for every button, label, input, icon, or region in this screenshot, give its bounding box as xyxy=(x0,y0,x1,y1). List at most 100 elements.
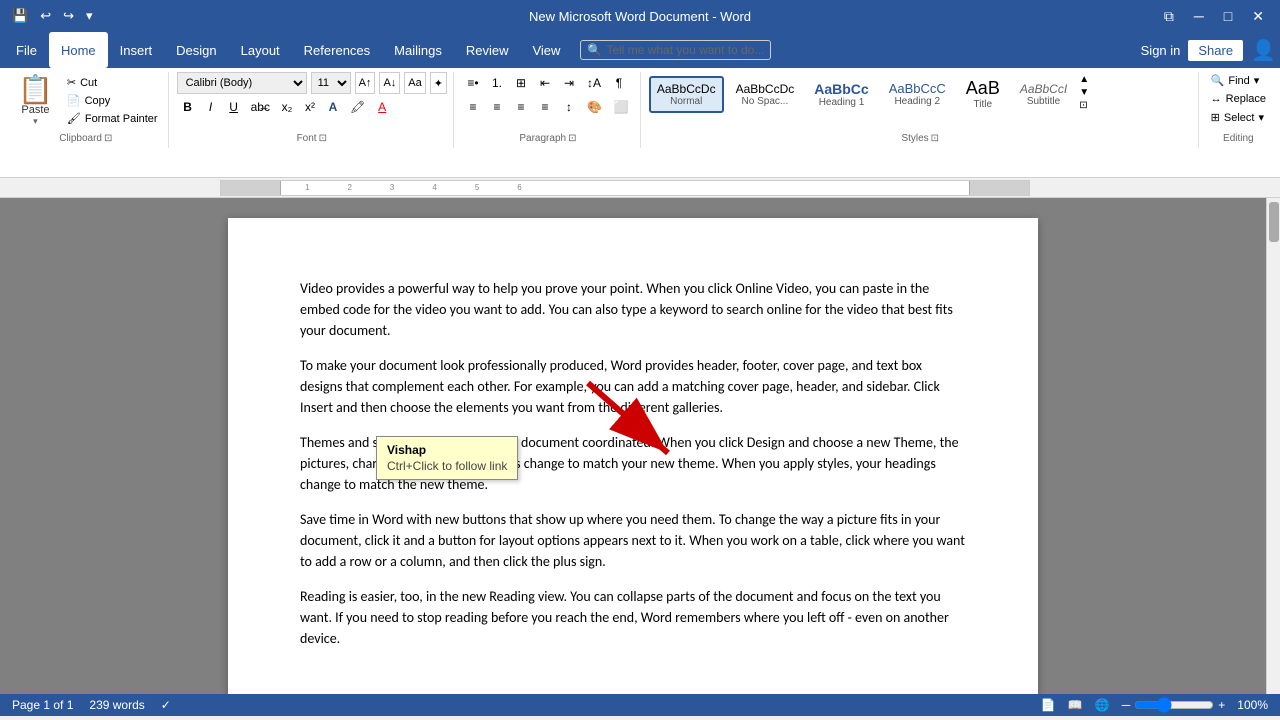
menu-view[interactable]: View xyxy=(520,32,572,68)
paragraph-expand-icon[interactable]: ⊡ xyxy=(568,133,576,144)
copy-button[interactable]: 📄 Copy xyxy=(63,92,162,109)
more-button[interactable]: ▾ xyxy=(82,6,97,26)
align-left-button[interactable]: ≡ xyxy=(462,96,484,118)
style-heading1[interactable]: AaBbCc Heading 1 xyxy=(806,75,876,114)
show-hide-button[interactable]: ¶ xyxy=(608,72,630,94)
signin-button[interactable]: Sign in xyxy=(1141,43,1181,58)
select-button[interactable]: ⊞ Select ▾ xyxy=(1207,109,1270,126)
zoom-range[interactable] xyxy=(1134,697,1214,713)
styles-scroll-buttons[interactable]: ▲ ▼ ⊡ xyxy=(1077,72,1091,113)
menu-mailings[interactable]: Mailings xyxy=(382,32,454,68)
minimize-button[interactable]: ─ xyxy=(1186,4,1212,29)
save-button[interactable]: 💾 xyxy=(8,6,32,26)
bold-button[interactable]: B xyxy=(177,96,199,118)
borders-button[interactable]: ⬜ xyxy=(609,96,634,118)
clear-formatting-button[interactable]: ✦ xyxy=(430,72,447,94)
copy-icon: 📄 xyxy=(67,94,81,107)
superscript-button[interactable]: x² xyxy=(299,96,321,118)
style-no-spacing[interactable]: AaBbCcDc No Spac... xyxy=(728,76,803,113)
decrease-indent-button[interactable]: ⇤ xyxy=(534,72,556,94)
sort-button[interactable]: ↕A xyxy=(582,72,606,94)
paragraph-5: Reading is easier, too, in the new Readi… xyxy=(300,586,966,649)
view-read-button[interactable]: 📖 xyxy=(1068,698,1083,712)
font-expand-icon[interactable]: ⊡ xyxy=(319,133,327,144)
multilevel-button[interactable]: ⊞ xyxy=(510,72,532,94)
paragraph-group: ≡• 1. ⊞ ⇤ ⇥ ↕A ¶ ≡ ≡ ≡ ≡ ↕ 🎨 xyxy=(456,72,641,148)
undo-button[interactable]: ↩ xyxy=(36,6,55,26)
status-bar: Page 1 of 1 239 words ✓ 📄 📖 🌐 ─ + 100% xyxy=(0,694,1280,716)
view-web-button[interactable]: 🌐 xyxy=(1095,698,1110,712)
justify-button[interactable]: ≡ xyxy=(534,96,556,118)
align-center-button[interactable]: ≡ xyxy=(486,96,508,118)
restore-button[interactable]: ⧉ xyxy=(1156,4,1182,29)
paragraph-1: Video provides a powerful way to help yo… xyxy=(300,278,966,341)
scroll-thumb[interactable] xyxy=(1269,202,1279,242)
window-controls: ⧉ ─ □ ✕ xyxy=(1156,4,1272,29)
scroll-area: Vishap Ctrl+Click to follow link Vid xyxy=(0,198,1280,694)
menu-review[interactable]: Review xyxy=(454,32,521,68)
clipboard-expand-icon[interactable]: ⊡ xyxy=(104,133,112,144)
cut-button[interactable]: ✂ Cut xyxy=(63,74,162,91)
maximize-button[interactable]: □ xyxy=(1216,4,1240,29)
bullets-button[interactable]: ≡• xyxy=(462,72,484,94)
format-painter-button[interactable]: 🖌 Format Painter xyxy=(63,110,162,127)
paragraph-controls: ≡• 1. ⊞ ⇤ ⇥ ↕A ¶ ≡ ≡ ≡ ≡ ↕ 🎨 xyxy=(462,72,634,118)
text-effects-button[interactable]: A xyxy=(322,96,344,118)
subscript-button[interactable]: x₂ xyxy=(276,96,298,118)
cut-icon: ✂ xyxy=(67,76,76,89)
zoom-slider[interactable]: ─ + xyxy=(1122,697,1226,713)
style-heading2[interactable]: AaBbCcC Heading 2 xyxy=(881,75,954,113)
numbering-button[interactable]: 1. xyxy=(486,72,508,94)
font-label: Font xyxy=(297,133,317,144)
increase-indent-button[interactable]: ⇥ xyxy=(558,72,580,94)
redo-button[interactable]: ↪ xyxy=(59,6,78,26)
font-shrink-button[interactable]: A↓ xyxy=(379,72,400,94)
tell-me-input[interactable]: 🔍 Tell me what you want to do... xyxy=(580,40,771,60)
style-normal[interactable]: AaBbCcDc Normal xyxy=(649,76,724,113)
paste-button[interactable]: 📋 Paste ▾ xyxy=(10,72,61,131)
find-button[interactable]: 🔍 Find ▾ xyxy=(1207,72,1270,89)
document-check-icon[interactable]: ✓ xyxy=(161,698,171,712)
style-subtitle[interactable]: AaBbCcI Subtitle xyxy=(1012,76,1075,113)
editing-label: Editing xyxy=(1223,133,1254,144)
close-button[interactable]: ✕ xyxy=(1244,4,1272,29)
style-nospace-preview: AaBbCcDc xyxy=(736,82,795,96)
font-color-button[interactable]: A xyxy=(371,96,393,118)
paragraph-4: Save time in Word with new buttons that … xyxy=(300,509,966,572)
word-count: 239 words xyxy=(89,698,144,712)
ruler-area: 123456 xyxy=(0,178,1280,198)
view-print-button[interactable]: 📄 xyxy=(1041,698,1056,712)
font-family-select[interactable]: Calibri (Body) xyxy=(177,72,307,94)
menu-file[interactable]: File xyxy=(4,32,49,68)
font-controls: Calibri (Body) 11 A↑ A↓ Aa ✦ B I U xyxy=(177,72,447,118)
menu-insert[interactable]: Insert xyxy=(108,32,165,68)
align-right-button[interactable]: ≡ xyxy=(510,96,532,118)
styles-label: Styles xyxy=(901,133,928,144)
share-button[interactable]: Share xyxy=(1188,40,1243,61)
italic-button[interactable]: I xyxy=(200,96,222,118)
style-subtitle-label: Subtitle xyxy=(1027,96,1060,107)
font-size-select[interactable]: 11 xyxy=(311,72,351,94)
style-title[interactable]: AaB Title xyxy=(958,72,1008,116)
line-spacing-button[interactable]: ↕ xyxy=(558,96,580,118)
tooltip-hint: Ctrl+Click to follow link xyxy=(387,459,507,473)
styles-expand-icon[interactable]: ⊡ xyxy=(931,133,939,144)
menu-home[interactable]: Home xyxy=(49,32,108,68)
font-group: Calibri (Body) 11 A↑ A↓ Aa ✦ B I U xyxy=(171,72,454,148)
strikethrough-button[interactable]: ab̶c xyxy=(246,96,275,118)
menu-design[interactable]: Design xyxy=(164,32,228,68)
menu-references[interactable]: References xyxy=(292,32,382,68)
copy-label: Copy xyxy=(85,95,111,107)
ribbon: 📋 Paste ▾ ✂ Cut 📄 Copy 🖌 Format xyxy=(0,68,1280,178)
style-subtitle-preview: AaBbCcI xyxy=(1020,82,1067,96)
font-grow-button[interactable]: A↑ xyxy=(355,72,376,94)
vertical-scrollbar[interactable] xyxy=(1266,198,1280,694)
shading-button[interactable]: 🎨 xyxy=(582,96,607,118)
style-normal-preview: AaBbCcDc xyxy=(657,82,716,96)
replace-button[interactable]: ↔ Replace xyxy=(1207,91,1270,107)
text-highlight-button[interactable]: 🖍 xyxy=(345,96,370,118)
underline-button[interactable]: U xyxy=(223,96,245,118)
change-case-button[interactable]: Aa xyxy=(404,72,425,94)
style-title-preview: AaB xyxy=(966,78,1000,99)
menu-layout[interactable]: Layout xyxy=(229,32,292,68)
